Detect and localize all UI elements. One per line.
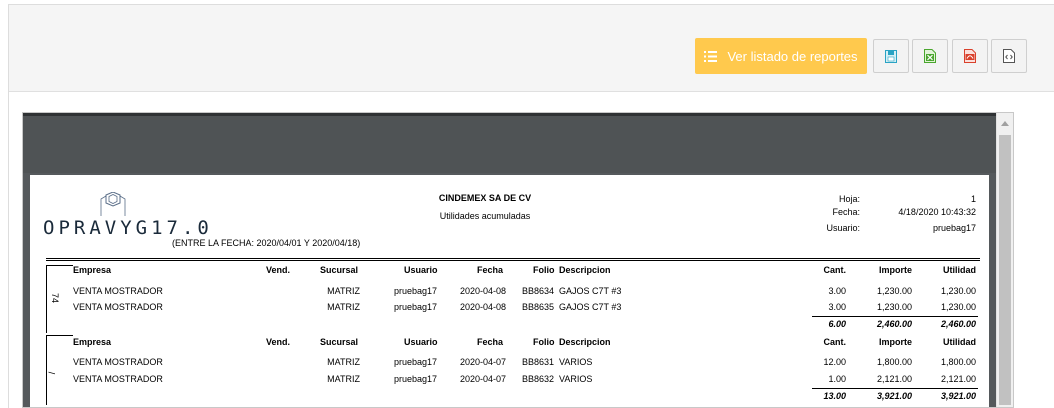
row-importe: 2,121.00 — [876, 374, 912, 384]
row-sucursal: MATRIZ — [327, 357, 360, 367]
total-utilidad: 2,460.00 — [940, 319, 976, 329]
view-reports-button[interactable]: Ver listado de reportes — [695, 38, 867, 74]
row-folio: BB8635 — [522, 302, 555, 312]
excel-icon — [924, 49, 936, 63]
row-descripcion: GAJOS C7T #3 — [559, 302, 622, 312]
row-usuario: pruebag17 — [393, 302, 437, 312]
row-importe: 1,800.00 — [876, 357, 912, 367]
total-importe: 2,460.00 — [876, 319, 912, 329]
total-importe: 3,921.00 — [876, 391, 912, 401]
scroll-thumb[interactable] — [999, 135, 1011, 405]
company-name: CINDEMEX SA DE CV — [438, 193, 532, 203]
row-empresa: VENTA MOSTRADOR — [73, 302, 163, 312]
col-fecha: Fecha — [477, 265, 504, 275]
row-empresa: VENTA MOSTRADOR — [73, 286, 163, 296]
col-sucursal: Sucursal — [320, 265, 359, 275]
save-button[interactable] — [873, 39, 909, 73]
row-sucursal: MATRIZ — [327, 374, 360, 384]
row-fecha: 2020-04-07 — [459, 374, 506, 384]
logo-text: OPRAVYG17.0 — [43, 217, 213, 239]
scroll-up-arrow-icon[interactable] — [1001, 121, 1009, 126]
row-utilidad: 1,800.00 — [940, 357, 976, 367]
company-logo: OPRAVYG17.0 — [43, 191, 209, 244]
export-pdf-button[interactable] — [952, 39, 988, 73]
row-folio: BB8632 — [522, 374, 555, 384]
report-subtitle: Utilidades acumuladas — [439, 211, 531, 221]
row-descripcion: GAJOS C7T #3 — [559, 286, 622, 296]
row-cant: 3.00 — [828, 286, 846, 296]
export-excel-button[interactable] — [912, 39, 948, 73]
row-usuario: pruebag17 — [393, 374, 437, 384]
row-cant: 3.00 — [828, 302, 846, 312]
row-importe: 1,230.00 — [876, 302, 912, 312]
save-icon — [885, 49, 897, 63]
col-importe: Importe — [878, 337, 912, 347]
total-rule — [812, 388, 978, 389]
col-utilidad: Utilidad — [943, 265, 976, 275]
view-reports-label: Ver listado de reportes — [727, 48, 858, 64]
row-cant: 1.00 — [828, 374, 846, 384]
code-icon — [1003, 49, 1015, 63]
total-cant: 6.00 — [828, 319, 846, 329]
row-utilidad: 1,230.00 — [940, 286, 976, 296]
row-importe: 1,230.00 — [876, 286, 912, 296]
col-usuario: Usuario — [404, 265, 438, 275]
row-descripcion: VARIOS — [559, 357, 593, 367]
col-utilidad: Utilidad — [943, 337, 976, 347]
row-usuario: pruebag17 — [393, 357, 437, 367]
group-id: 74 — [50, 292, 61, 304]
group-marker — [46, 335, 73, 405]
hoja-value: 1 — [970, 194, 976, 204]
export-code-button[interactable] — [991, 39, 1027, 73]
row-fecha: 2020-04-08 — [459, 302, 506, 312]
col-sucursal: Sucursal — [320, 337, 359, 347]
toolbar: Ver listado de reportes — [9, 5, 1054, 92]
row-fecha: 2020-04-07 — [459, 357, 506, 367]
usuario-value: pruebag17 — [932, 223, 976, 233]
row-fecha: 2020-04-08 — [459, 286, 506, 296]
row-sucursal: MATRIZ — [327, 302, 360, 312]
row-empresa: VENTA MOSTRADOR — [73, 374, 163, 384]
col-fecha: Fecha — [477, 337, 504, 347]
row-utilidad: 2,121.00 — [940, 374, 976, 384]
row-folio: BB8634 — [522, 286, 555, 296]
col-descripcion: Descripcion — [559, 337, 611, 347]
date-range: (ENTRE LA FECHA: 2020/04/01 Y 2020/04/18… — [172, 238, 361, 248]
total-rule — [812, 316, 978, 317]
row-empresa: VENTA MOSTRADOR — [73, 357, 163, 367]
header-rule — [46, 258, 980, 259]
col-vend: Vend. — [266, 337, 291, 347]
pdf-icon — [964, 49, 976, 63]
fecha-value: 4/18/2020 10:43:32 — [898, 207, 976, 217]
viewer-scrollbar[interactable] — [996, 113, 1013, 407]
row-cant: 12.00 — [823, 357, 846, 367]
col-folio: Folio — [533, 337, 555, 347]
total-cant: 13.00 — [823, 391, 846, 401]
col-folio: Folio — [533, 265, 555, 275]
list-icon — [704, 50, 718, 62]
row-utilidad: 1,230.00 — [940, 302, 976, 312]
report-page: OPRAVYG17.0 (ENTRE LA FECHA: 2020/04/01 … — [30, 175, 989, 407]
viewer-toolbar — [23, 113, 998, 173]
col-vend: Vend. — [266, 265, 291, 275]
col-cant: Cant. — [823, 337, 847, 347]
col-empresa: Empresa — [73, 337, 112, 347]
report-viewer[interactable]: OPRAVYG17.0 (ENTRE LA FECHA: 2020/04/01 … — [22, 112, 1014, 408]
group-id: / — [46, 371, 57, 375]
row-sucursal: MATRIZ — [327, 286, 360, 296]
header-rule — [46, 260, 980, 261]
col-usuario: Usuario — [404, 337, 438, 347]
total-utilidad: 3,921.00 — [940, 391, 976, 401]
col-empresa: Empresa — [73, 265, 112, 275]
row-folio: BB8631 — [522, 357, 555, 367]
row-descripcion: VARIOS — [559, 374, 593, 384]
col-cant: Cant. — [823, 265, 847, 275]
col-descripcion: Descripcion — [559, 265, 611, 275]
row-usuario: pruebag17 — [393, 286, 437, 296]
col-importe: Importe — [878, 265, 912, 275]
